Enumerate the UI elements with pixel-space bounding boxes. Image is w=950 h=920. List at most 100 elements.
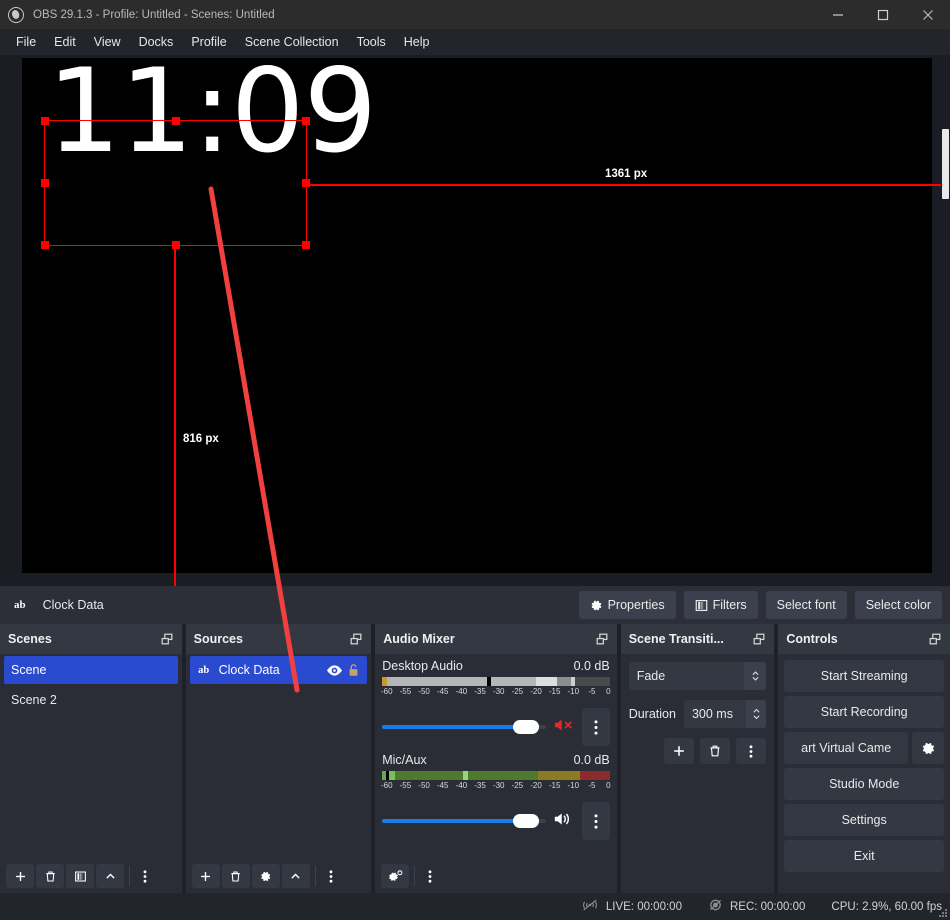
start-virtual-camera-button[interactable]: art Virtual Came	[784, 732, 908, 764]
scene-filters-button[interactable]	[66, 864, 94, 888]
menu-item-help[interactable]: Help	[395, 32, 439, 52]
virtual-camera-settings-button[interactable]	[912, 732, 944, 764]
select-font-button[interactable]: Select font	[765, 591, 847, 619]
scene-transitions-dock-title: Scene Transiti...	[620, 624, 775, 654]
resize-handle-bottom-right[interactable]	[302, 241, 310, 249]
audio-track-menu-button[interactable]	[581, 708, 610, 746]
start-recording-button[interactable]: Start Recording	[784, 696, 944, 728]
tick-label: -30	[492, 781, 505, 790]
menu-item-tools[interactable]: Tools	[348, 32, 395, 52]
menu-item-profile[interactable]: Profile	[182, 32, 235, 52]
audio-meter-ticks: -60 -55 -50 -45 -40 -35 -30 -25 -20 -15 …	[380, 781, 611, 794]
resize-handle-middle-right[interactable]	[302, 179, 310, 187]
transition-options-button[interactable]	[736, 738, 767, 764]
scene-list-item[interactable]: Scene 2	[4, 686, 178, 714]
preview-area[interactable]: 11:09 1361 px 816 px	[0, 55, 950, 586]
add-source-button[interactable]	[191, 864, 220, 888]
filters-button[interactable]: Filters	[683, 591, 758, 619]
eye-icon[interactable]	[326, 664, 343, 677]
transition-buttons	[629, 738, 767, 764]
audio-track-name: Desktop Audio	[382, 659, 463, 673]
duration-row: Duration 300 ms	[629, 700, 767, 728]
resize-grip-icon[interactable]	[937, 907, 947, 917]
speaker-muted-icon[interactable]	[553, 717, 575, 738]
source-selection-box[interactable]	[41, 117, 310, 249]
undock-icon[interactable]	[349, 632, 363, 651]
duration-value: 300 ms	[691, 707, 733, 721]
maximize-icon[interactable]	[860, 0, 905, 29]
resize-handle-top-center[interactable]	[171, 117, 180, 125]
slider-fill	[382, 725, 527, 729]
scene-list-item[interactable]: Scene	[4, 656, 178, 684]
select-color-button[interactable]: Select color	[854, 591, 942, 619]
tick-label: -60	[380, 781, 393, 790]
height-guide-line	[174, 246, 176, 586]
gear-icon	[922, 742, 934, 754]
undock-icon[interactable]	[160, 632, 174, 651]
controls-dock: Controls Start Streaming Start Recording…	[778, 624, 950, 893]
volume-slider[interactable]	[382, 813, 546, 829]
scenes-dock-title: Scenes	[0, 624, 182, 654]
menu-item-edit[interactable]: Edit	[45, 32, 85, 52]
source-list-item[interactable]: ab Clock Data	[189, 656, 368, 684]
source-properties-button[interactable]	[251, 864, 280, 888]
scene-options-button[interactable]	[135, 864, 155, 888]
preview-canvas[interactable]: 11:09 1361 px 816 px	[22, 55, 950, 586]
tick-label: -15	[548, 687, 561, 696]
audio-track-menu-button[interactable]	[581, 802, 610, 840]
resize-handle-top-left[interactable]	[41, 117, 49, 125]
duration-input[interactable]: 300 ms	[683, 700, 767, 728]
audio-track-header: Mic/Aux 0.0 dB	[382, 753, 609, 767]
menu-item-docks[interactable]: Docks	[130, 32, 183, 52]
audio-level-meter	[382, 771, 610, 780]
move-source-up-button[interactable]	[281, 864, 310, 888]
remove-scene-button[interactable]	[36, 864, 64, 888]
volume-slider[interactable]	[382, 719, 546, 735]
slider-knob[interactable]	[513, 814, 540, 828]
source-item-label: Clock Data	[218, 663, 280, 677]
slider-knob[interactable]	[513, 720, 540, 734]
preview-scrollbar-thumb[interactable]	[942, 129, 949, 199]
resize-handle-top-right[interactable]	[302, 117, 310, 125]
start-streaming-button[interactable]: Start Streaming	[784, 660, 944, 692]
tick-label: -20	[530, 781, 542, 790]
chevron-updown-icon[interactable]	[744, 662, 767, 690]
minimize-icon[interactable]	[815, 0, 860, 29]
menu-bar: File Edit View Docks Profile Scene Colle…	[0, 29, 950, 55]
move-scene-up-button[interactable]	[96, 864, 124, 888]
source-options-button[interactable]	[321, 864, 341, 888]
undock-icon[interactable]	[752, 632, 766, 651]
studio-mode-button[interactable]: Studio Mode	[784, 768, 944, 800]
close-icon[interactable]	[905, 0, 950, 29]
preview-scrollbar[interactable]	[941, 55, 950, 586]
add-transition-button[interactable]	[664, 738, 695, 764]
resize-handle-bottom-center[interactable]	[171, 241, 180, 249]
spinner-arrows-icon[interactable]	[746, 700, 767, 728]
add-scene-button[interactable]	[6, 864, 34, 888]
undock-icon[interactable]	[595, 632, 609, 651]
properties-button[interactable]: Properties	[578, 591, 676, 619]
audio-mixer-options-button[interactable]	[420, 864, 440, 888]
cpu-status-label: CPU: 2.9%, 60.00 fps	[831, 900, 942, 913]
sources-footer-toolbar	[185, 859, 372, 893]
gear-icon	[591, 600, 601, 610]
menu-item-file[interactable]: File	[7, 32, 45, 52]
undock-icon[interactable]	[928, 632, 942, 651]
audio-settings-button[interactable]	[381, 864, 410, 888]
width-measurement-label: 1361 px	[605, 168, 648, 180]
record-inactive-icon	[708, 898, 723, 915]
unlocked-icon[interactable]	[347, 663, 360, 677]
settings-button[interactable]: Settings	[784, 804, 944, 836]
exit-button[interactable]: Exit	[784, 840, 944, 872]
resize-handle-middle-left[interactable]	[41, 179, 49, 187]
menu-item-scene-collection[interactable]: Scene Collection	[236, 32, 348, 52]
remove-source-button[interactable]	[221, 864, 250, 888]
remove-transition-button[interactable]	[700, 738, 731, 764]
audio-settings-icon	[388, 869, 403, 881]
sources-dock: Sources ab Clock Data	[185, 624, 372, 893]
menu-item-view[interactable]: View	[85, 32, 130, 52]
resize-handle-bottom-left[interactable]	[41, 241, 49, 249]
transition-type-select[interactable]: Fade	[628, 662, 767, 690]
tick-label: -50	[418, 781, 430, 790]
speaker-icon[interactable]	[553, 811, 575, 832]
